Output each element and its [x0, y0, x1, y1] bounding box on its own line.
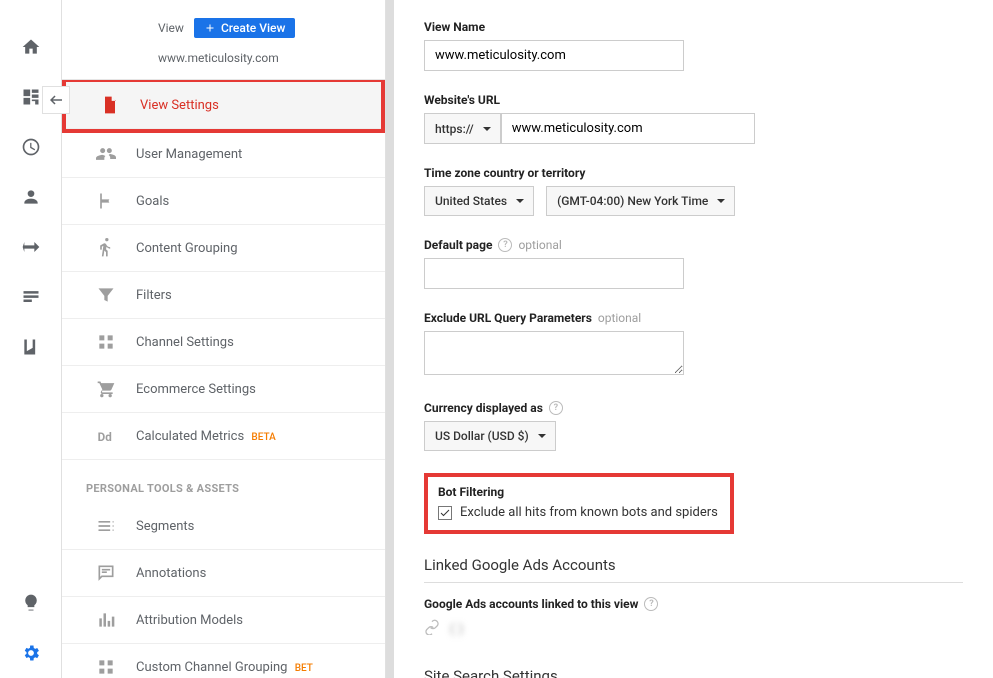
help-icon[interactable]: ? — [549, 401, 563, 415]
optional-label-2: optional — [598, 311, 641, 325]
nav-behavior[interactable] — [0, 272, 62, 322]
annotations-icon — [86, 563, 126, 583]
personal-section-header: PERSONAL TOOLS & ASSETS — [62, 460, 385, 503]
help-icon[interactable]: ? — [644, 597, 658, 611]
grid-icon — [86, 657, 126, 677]
nav-segments[interactable]: Segments — [62, 503, 385, 550]
link-icon — [424, 619, 440, 639]
nav-user-management-label: User Management — [136, 147, 242, 162]
settings-nav: View Create View www.meticulosity.com Vi… — [62, 0, 386, 678]
exclude-params-label: Exclude URL Query Parameters — [424, 311, 592, 325]
website-url-label: Website's URL — [424, 93, 963, 107]
ads-account-redacted: ( ) — [450, 622, 464, 637]
bot-filtering-label: Bot Filtering — [438, 485, 720, 499]
nav-realtime[interactable] — [0, 122, 62, 172]
beta-badge-2: BET — [295, 663, 313, 674]
cart-icon — [86, 379, 126, 399]
nav-view-settings-label: View Settings — [140, 98, 219, 113]
back-button[interactable] — [42, 86, 70, 114]
view-name-input[interactable] — [424, 40, 684, 71]
nav-admin[interactable] — [0, 628, 62, 678]
nav-goals-label: Goals — [136, 194, 169, 209]
nav-filters[interactable]: Filters — [62, 272, 385, 319]
bars-icon — [86, 610, 126, 630]
svg-text:Dd: Dd — [98, 430, 112, 444]
help-icon[interactable]: ? — [498, 238, 512, 252]
channel-icon — [86, 332, 126, 352]
timezone-label: Time zone country or territory — [424, 166, 963, 180]
bot-checkbox-label: Exclude all hits from known bots and spi… — [460, 505, 718, 520]
create-view-label: Create View — [221, 21, 285, 35]
nav-calculated-metrics-label: Calculated Metrics — [136, 429, 244, 444]
flag-icon — [86, 191, 126, 211]
main-content: View Name Website's URL https:// Time zo… — [394, 0, 993, 678]
filter-icon — [86, 285, 126, 305]
website-url-input[interactable] — [501, 113, 755, 144]
nav-attribution-models-label: Attribution Models — [136, 613, 243, 628]
nav-ecommerce-settings-label: Ecommerce Settings — [136, 382, 256, 397]
nav-content-grouping[interactable]: Content Grouping — [62, 225, 385, 272]
site-name: www.meticulosity.com — [62, 46, 385, 80]
tz-zone-dropdown[interactable]: (GMT-04:00) New York Time — [546, 186, 735, 216]
optional-label: optional — [518, 238, 561, 252]
nav-calculated-metrics[interactable]: Dd Calculated Metrics BETA — [62, 413, 385, 460]
nav-home[interactable] — [0, 22, 62, 72]
nav-filters-label: Filters — [136, 288, 172, 303]
nav-goals[interactable]: Goals — [62, 178, 385, 225]
bot-checkbox[interactable] — [438, 506, 452, 520]
nav-audience[interactable] — [0, 172, 62, 222]
nav-acquisition[interactable] — [0, 222, 62, 272]
site-search-title: Site Search Settings — [424, 667, 963, 678]
view-label: View — [158, 21, 184, 35]
nav-view-settings[interactable]: View Settings — [66, 82, 381, 129]
currency-dropdown[interactable]: US Dollar (USD $) — [424, 421, 556, 451]
nav-conversions[interactable] — [0, 322, 62, 372]
default-page-input[interactable] — [424, 258, 684, 289]
file-icon — [90, 95, 130, 115]
tz-country-dropdown[interactable]: United States — [424, 186, 534, 216]
nav-annotations-label: Annotations — [136, 566, 206, 581]
exclude-params-input[interactable] — [424, 331, 684, 375]
nav-annotations[interactable]: Annotations — [62, 550, 385, 597]
nav-custom-channel-grouping[interactable]: Custom Channel Grouping BET — [62, 644, 385, 678]
nav-custom-channel-grouping-label: Custom Channel Grouping — [136, 660, 288, 675]
dd-icon: Dd — [86, 426, 126, 446]
bot-filtering-highlight: Bot Filtering Exclude all hits from know… — [424, 473, 734, 534]
linked-ads-sub: Google Ads accounts linked to this view — [424, 597, 638, 611]
running-icon — [86, 238, 126, 258]
nav-ecommerce-settings[interactable]: Ecommerce Settings — [62, 366, 385, 413]
default-page-label: Default page — [424, 238, 492, 252]
protocol-dropdown[interactable]: https:// — [424, 113, 501, 144]
nav-content-grouping-label: Content Grouping — [136, 241, 238, 256]
nav-segments-label: Segments — [136, 519, 194, 534]
beta-badge: BETA — [251, 432, 275, 443]
segments-icon — [86, 516, 126, 536]
currency-label: Currency displayed as — [424, 401, 543, 415]
nav-channel-settings[interactable]: Channel Settings — [62, 319, 385, 366]
nav-discover[interactable] — [0, 578, 62, 628]
nav-attribution-models[interactable]: Attribution Models — [62, 597, 385, 644]
create-view-button[interactable]: Create View — [194, 18, 295, 38]
people-icon — [86, 144, 126, 164]
highlight-view-settings: View Settings — [62, 80, 385, 133]
scroll-track[interactable] — [386, 0, 394, 678]
nav-channel-settings-label: Channel Settings — [136, 335, 234, 350]
view-name-label: View Name — [424, 20, 963, 34]
nav-user-management[interactable]: User Management — [62, 131, 385, 178]
linked-ads-title: Linked Google Ads Accounts — [424, 556, 963, 583]
